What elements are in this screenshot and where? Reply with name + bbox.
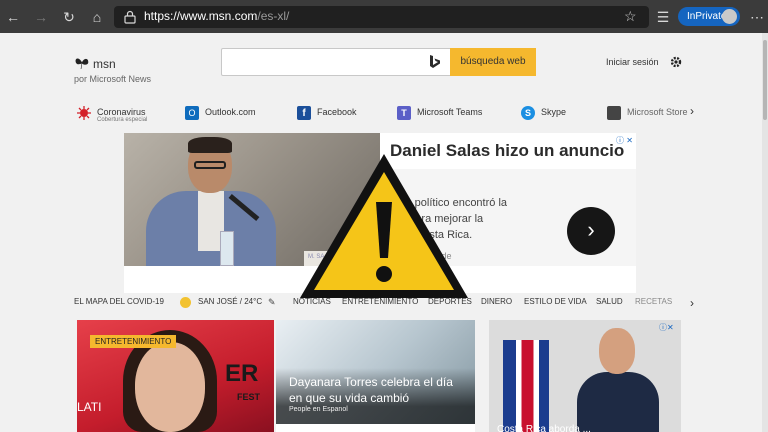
search-input[interactable] xyxy=(222,49,422,75)
quick-link-label: Outlook.com xyxy=(205,107,256,117)
news-card-ad[interactable]: ⓘ✕ Costa Rica aborda ... xyxy=(489,320,681,432)
category-badge: ENTRETENIMIENTO xyxy=(90,335,177,348)
news-card-dayanara[interactable]: Dayanara Torres celebra el día en que su… xyxy=(276,320,475,432)
background-sign-sub: FEST xyxy=(237,392,261,402)
card-source: People en Espanol xyxy=(289,406,348,413)
costa-rica-flag xyxy=(503,340,549,432)
card-footer xyxy=(276,424,475,432)
skype-icon: S xyxy=(521,106,535,120)
edit-icon[interactable]: ✎ xyxy=(268,297,276,308)
home-icon[interactable]: ⌂ xyxy=(88,8,106,26)
browser-toolbar: ← → ↻ ⌂ https://www.msn.com/es-xl/ ☆ ☰ I… xyxy=(0,0,768,33)
news-card-entertainment[interactable]: ENTRETENIMIENTO ER FEST LATI xyxy=(77,320,274,432)
suit-shape xyxy=(577,372,659,432)
chevron-right-icon[interactable]: › xyxy=(690,296,694,310)
hair-shape xyxy=(188,137,232,153)
scrollbar-thumb[interactable] xyxy=(763,40,767,120)
outlook-icon: O xyxy=(185,106,199,120)
topic-salud[interactable]: SALUD xyxy=(596,297,623,306)
forward-icon[interactable]: → xyxy=(32,8,50,26)
quick-link-teams[interactable]: T Microsoft Teams xyxy=(397,104,487,122)
quick-link-store[interactable]: Microsoft Store xyxy=(607,104,688,122)
bottle-shape xyxy=(220,231,234,266)
store-icon xyxy=(607,106,621,120)
inprivate-label: InPrivate xyxy=(687,11,727,22)
gear-icon[interactable] xyxy=(669,55,683,69)
ad-next-button[interactable]: › xyxy=(567,207,615,255)
warning-icon xyxy=(300,154,468,298)
quick-link-label: Microsoft Teams xyxy=(417,107,483,117)
virus-icon xyxy=(77,106,91,120)
quick-link-label: Skype xyxy=(541,107,567,117)
quick-link-skype[interactable]: S Skype xyxy=(521,104,581,122)
quick-link-facebook[interactable]: f Facebook xyxy=(297,104,367,122)
inprivate-button[interactable]: InPrivate xyxy=(678,7,740,26)
search-box: búsqueda web xyxy=(221,48,536,76)
covid-map-link[interactable]: EL MAPA DEL COVID-19 xyxy=(74,297,164,306)
quick-link-sublabel: Cobertura especial xyxy=(97,117,148,123)
topic-recetas[interactable]: RECETAS xyxy=(635,297,672,306)
card-caption: Costa Rica aborda ... xyxy=(497,424,591,432)
facebook-icon: f xyxy=(297,106,311,120)
url-host: https://www.msn.com xyxy=(144,9,258,23)
glasses-shape xyxy=(194,161,226,169)
quick-link-label: Facebook xyxy=(317,107,357,117)
address-bar[interactable]: https://www.msn.com/es-xl/ ☆ xyxy=(114,6,649,28)
adchoices-icon[interactable]: ⓘ✕ xyxy=(659,322,674,333)
logo-subtitle: por Microsoft News xyxy=(74,74,152,84)
chevron-right-icon[interactable]: › xyxy=(690,104,694,118)
favorites-icon[interactable]: ☰ xyxy=(654,8,672,26)
signin-link[interactable]: Iniciar sesión xyxy=(606,57,659,67)
msn-logo[interactable]: msn xyxy=(93,57,116,71)
sun-icon xyxy=(180,297,191,308)
quick-link-coronavirus[interactable]: Coronavirus Cobertura especial xyxy=(77,104,157,123)
quick-link-label: Coronavirus xyxy=(97,107,146,117)
star-icon[interactable]: ☆ xyxy=(624,8,637,25)
bing-icon xyxy=(430,55,440,68)
adchoices-icon[interactable]: ⓘ ✕ xyxy=(616,135,634,145)
head-shape xyxy=(599,328,635,374)
card-title: Dayanara Torres celebra el día en que su… xyxy=(289,375,453,405)
lock-icon xyxy=(124,10,136,24)
more-icon[interactable]: ⋯ xyxy=(748,8,766,26)
topic-estilo-de-vida[interactable]: ESTILO DE VIDA xyxy=(524,297,587,306)
refresh-icon[interactable]: ↻ xyxy=(60,8,78,26)
teams-icon: T xyxy=(397,106,411,120)
quick-link-label: Microsoft Store xyxy=(627,107,688,117)
weather-link[interactable]: SAN JOSÉ / 24°C xyxy=(198,297,262,306)
topic-dinero[interactable]: DINERO xyxy=(481,297,512,306)
background-text: LATI xyxy=(77,400,102,414)
back-icon[interactable]: ← xyxy=(4,8,22,26)
url-text: https://www.msn.com/es-xl/ xyxy=(144,9,289,23)
web-search-button[interactable]: búsqueda web xyxy=(450,48,536,76)
background-sign: ER xyxy=(225,360,259,387)
msn-butterfly-icon xyxy=(75,58,89,70)
face-shape xyxy=(135,342,205,432)
avatar xyxy=(722,9,737,24)
quick-link-outlook[interactable]: O Outlook.com xyxy=(185,104,265,122)
url-path: /es-xl/ xyxy=(257,9,290,23)
